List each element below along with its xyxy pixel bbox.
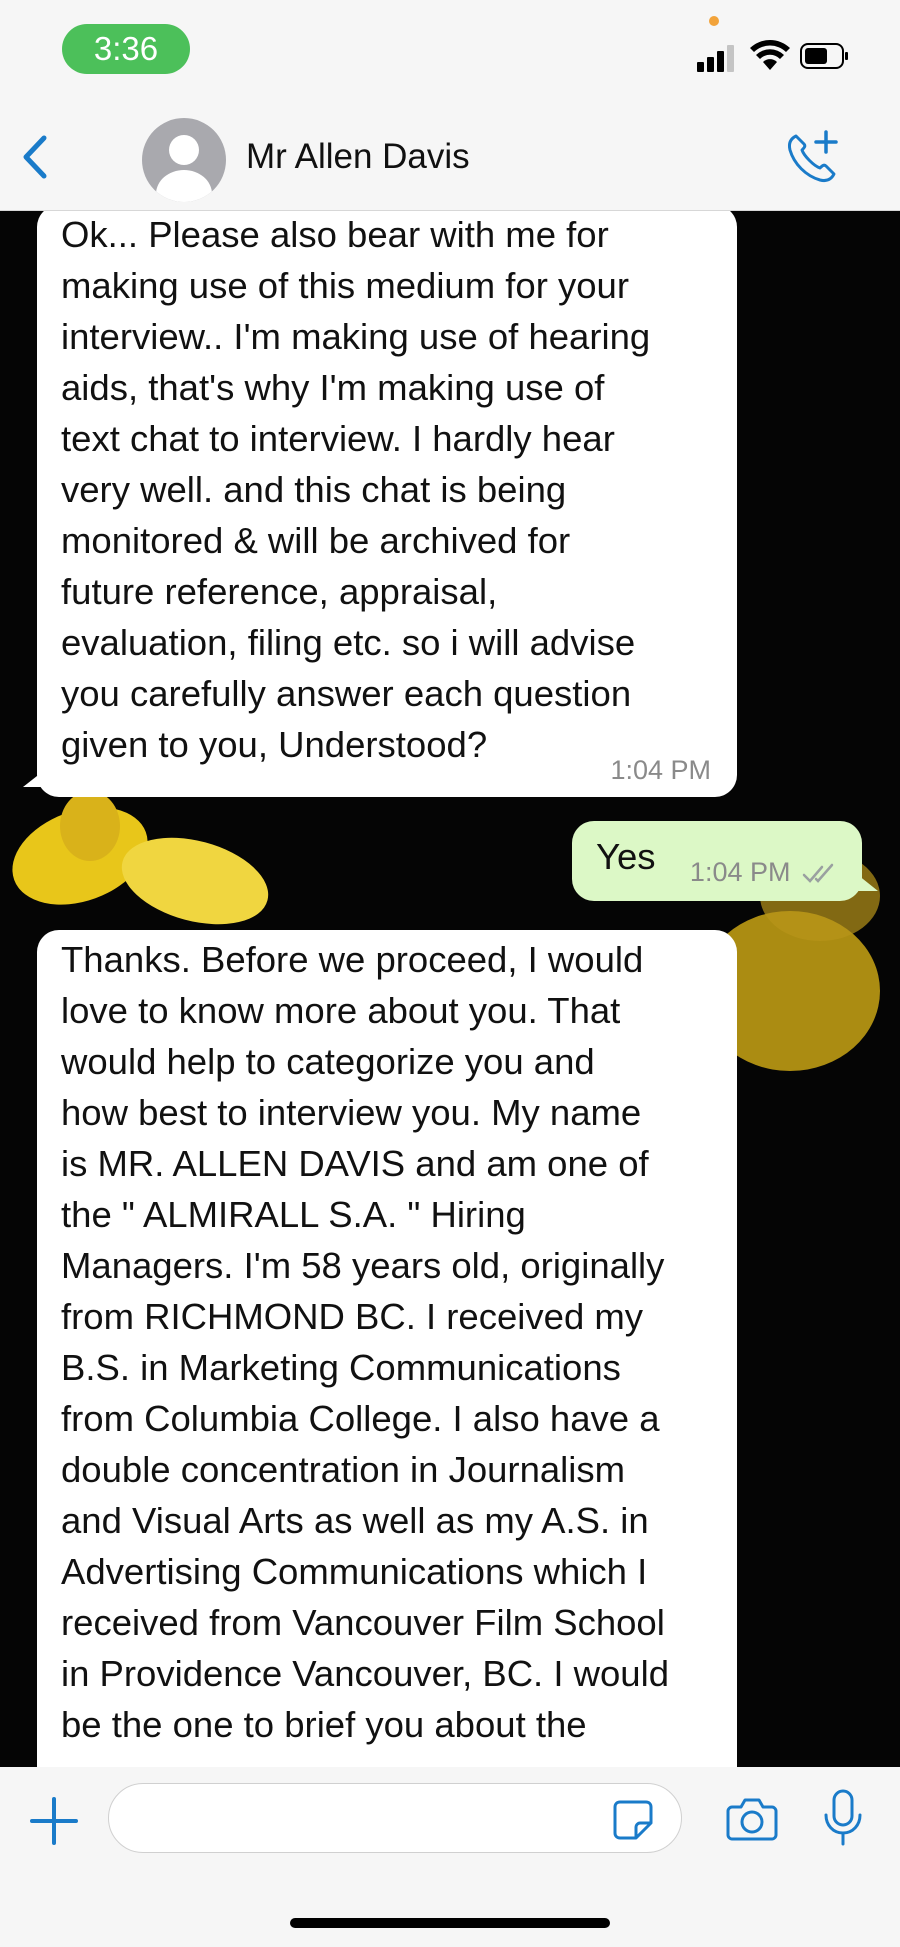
status-bar: 3:36 <box>0 0 900 104</box>
incoming-message[interactable]: Thanks. Before we proceed, I would love … <box>37 930 737 1767</box>
mic-icon[interactable] <box>822 1789 864 1847</box>
bubble-tail <box>23 765 51 787</box>
incoming-message[interactable]: Ok... Please also bear with me for makin… <box>23 211 737 797</box>
message-text: Ok... Please also bear with me for makin… <box>61 214 651 765</box>
message-time: 1:04 PM <box>689 857 791 887</box>
wifi-icon <box>750 40 790 70</box>
status-time[interactable]: 3:36 <box>62 24 190 74</box>
message-text: Yes <box>596 836 656 877</box>
message-time: 1:04 PM <box>610 755 711 785</box>
privacy-indicator-dot <box>709 16 719 26</box>
avatar[interactable] <box>142 118 226 202</box>
call-add-icon[interactable] <box>784 130 840 186</box>
check-double-icon <box>802 863 834 883</box>
chat-header: Mr Allen Davis <box>0 104 900 211</box>
message-compose-bar <box>0 1767 900 1947</box>
message-text: Thanks. Before we proceed, I would love … <box>61 939 669 1745</box>
home-indicator[interactable] <box>290 1918 610 1928</box>
wallpaper-flower <box>60 791 120 861</box>
battery-icon <box>800 43 848 69</box>
back-icon[interactable] <box>18 134 54 180</box>
contact-name[interactable]: Mr Allen Davis <box>246 104 470 210</box>
message-input[interactable] <box>108 1783 682 1853</box>
sticker-icon[interactable] <box>612 1799 654 1841</box>
camera-icon[interactable] <box>726 1795 778 1841</box>
plus-icon[interactable] <box>28 1795 80 1847</box>
outgoing-message[interactable]: Yes 1:04 PM <box>572 821 878 901</box>
chat-area[interactable]: Ok... Please also bear with me for makin… <box>0 211 900 1767</box>
message-status: 1:04 PM <box>690 857 838 887</box>
cellular-signal-icon <box>697 44 737 72</box>
